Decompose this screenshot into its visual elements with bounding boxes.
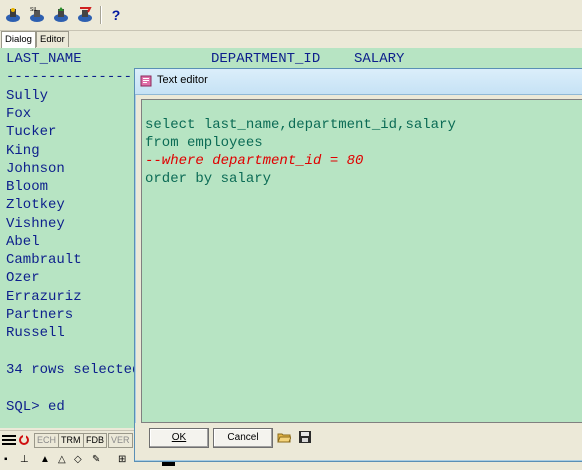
execute-icon[interactable] [50,4,72,26]
toolbar-separator [100,6,102,24]
result-row: Fox [6,106,32,122]
text-editor-dialog: Text editor select last_name,department_… [134,68,582,462]
toolbar: SIL ? [0,0,582,31]
result-row: Partners [6,307,74,323]
sql-text-area[interactable]: select last_name,department_id,salary fr… [141,99,582,423]
column-header-salary: SALARY [354,51,405,67]
editor-line: order by salary [145,171,272,187]
term-indicator[interactable]: TRM [58,433,84,448]
tab-strip: Dialog Editor [0,31,582,48]
cancel-label: Cancel [227,432,259,443]
lines-icon [2,434,16,446]
dialog-button-bar: OK Cancel [135,423,582,460]
svg-text:SIL: SIL [30,7,38,13]
cancel-button[interactable]: Cancel [213,428,273,448]
triangle-icon[interactable]: ▲ [40,454,50,466]
table-icon[interactable]: ⊞ [118,454,126,466]
echo-indicator[interactable]: ECH [34,433,60,448]
result-row: Tucker [6,124,57,140]
clear-icon[interactable] [74,4,96,26]
ok-label: OK [171,432,187,443]
editor-comment-line: --where department_id = 80 [145,153,364,169]
editor-app-icon [140,75,152,87]
pencil-icon[interactable]: ✎ [92,454,100,466]
tab-editor[interactable]: Editor [36,31,69,47]
result-row: Vishney [6,216,65,232]
help-label: ? [111,7,121,23]
result-row: Russell [6,325,65,341]
save-icon[interactable] [298,430,312,444]
fill-icon[interactable]: △ [58,454,66,466]
result-row: Sully [6,88,49,104]
align-icon[interactable]: ⊥ [20,454,29,466]
connect-icon[interactable] [2,4,24,26]
column-header-last-name: LAST_NAME [6,51,82,67]
help-icon[interactable]: ? [105,4,127,26]
sql-prompt-line: SQL> ed [6,399,65,415]
editor-line: select last_name,department_id,salary [145,117,456,133]
dialog-title-bar[interactable]: Text editor [135,69,582,95]
result-row: Abel [6,234,40,250]
cursor-icon[interactable]: ▪ [4,454,8,466]
result-row: Zlotkey [6,197,65,213]
feedback-indicator[interactable]: FDB [83,433,107,448]
dialog-title: Text editor [157,74,208,86]
open-folder-icon[interactable] [277,430,292,444]
result-row: Errazuriz [6,289,82,305]
result-row: Ozer [6,270,40,286]
shape-icon[interactable]: ◇ [74,454,82,466]
ok-button[interactable]: OK [149,428,209,448]
editor-line: from employees [145,135,263,151]
refresh-icon[interactable] [18,434,30,446]
rows-selected-message: 34 rows selected [6,362,141,378]
result-row: Johnson [6,161,65,177]
tab-dialog[interactable]: Dialog [1,31,36,48]
result-row: King [6,143,40,159]
column-header-department-id: DEPARTMENT_ID [211,51,321,67]
result-row: Bloom [6,179,49,195]
result-row: Cambrault [6,252,82,268]
verify-indicator[interactable]: VER [108,433,133,448]
spool-icon[interactable]: SIL [26,4,48,26]
